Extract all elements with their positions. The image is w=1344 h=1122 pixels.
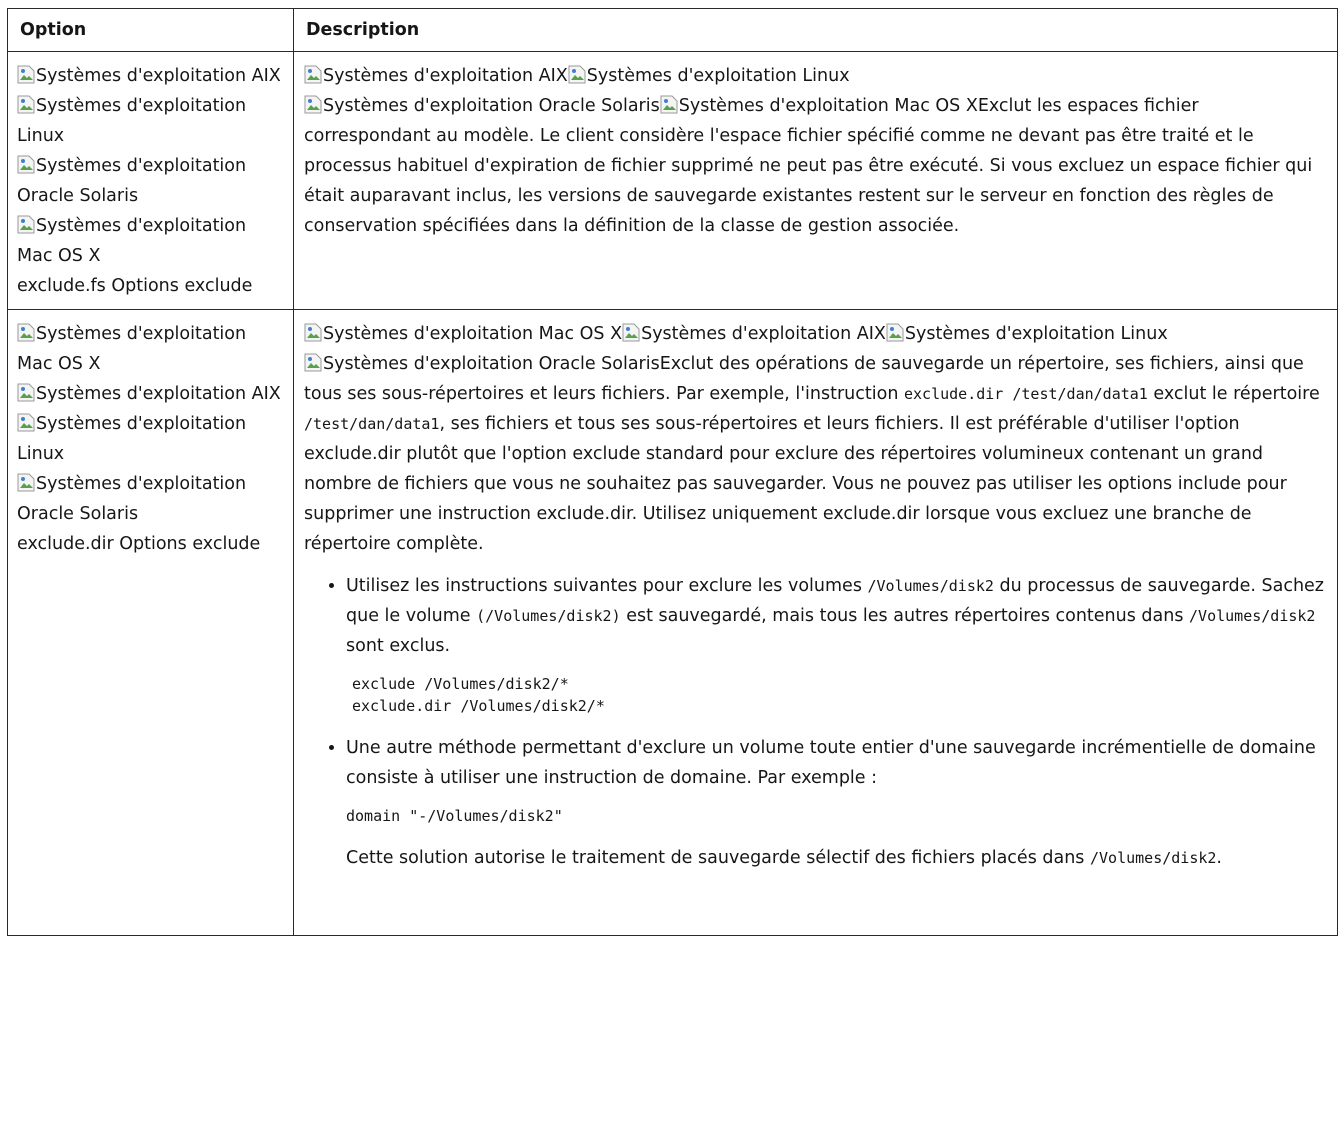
document-page: Option Description Systèmes d'exploitati… (7, 8, 1338, 936)
note-text-body: Cette solution autorise le traitement de… (346, 848, 1090, 868)
broken-image-icon (17, 65, 36, 84)
inline-code: /test/dan/data1 (304, 415, 440, 433)
broken-image-icon (886, 323, 905, 342)
option-name: exclude.fs Options exclude (17, 276, 253, 296)
inline-code: /Volumes/disk2 (867, 577, 994, 595)
broken-image-icon (660, 95, 679, 114)
broken-image-icon (17, 473, 36, 492)
description-cell: Systèmes d'exploitation Mac OS X Systèmes… (293, 309, 1338, 936)
os-mac-label: Systèmes d'exploitation Mac OS X (323, 324, 623, 344)
inline-code: /Volumes/disk2 (1089, 849, 1217, 867)
code-block: domain "-/Volumes/disk2" (346, 807, 563, 825)
broken-image-icon (17, 413, 36, 432)
header-option: Option (7, 8, 294, 52)
broken-image-icon (568, 65, 587, 84)
example-list: Utilisez les instructions suivantes pour… (304, 571, 1327, 873)
os-linux-label: Systèmes d'exploitation Linux (586, 66, 850, 86)
header-description: Description (293, 8, 1338, 52)
broken-image-icon (17, 215, 36, 234)
broken-image-icon (304, 353, 323, 372)
note-text-end: . (1216, 848, 1222, 868)
list-item-text: sont exclus. (346, 636, 451, 656)
os-mac-label: Systèmes d'exploitation Mac OS X (678, 96, 978, 116)
list-item-text: Utilisez les instructions suivantes pour… (346, 576, 868, 596)
os-linux-label: Systèmes d'exploitation Linux (904, 324, 1168, 344)
description-cell: Systèmes d'exploitation AIX Systèmes d'ex… (293, 51, 1338, 310)
table-row: Systèmes d'exploitation Mac OS X Système… (7, 309, 1338, 936)
option-cell: Systèmes d'exploitation Mac OS X Système… (7, 309, 294, 936)
os-solaris-label: Systèmes d'exploitation Oracle Solaris (323, 96, 660, 116)
option-name: exclude.dir Options exclude (17, 534, 261, 554)
broken-image-icon (304, 65, 323, 84)
table-row: Systèmes d'exploitation AIX Systèmes d'e… (7, 51, 1338, 310)
os-solaris-label: Systèmes d'exploitation Oracle Solaris (323, 354, 660, 374)
broken-image-icon (17, 323, 36, 342)
list-item: Utilisez les instructions suivantes pour… (346, 571, 1327, 717)
option-cell: Systèmes d'exploitation AIX Systèmes d'e… (7, 51, 294, 310)
list-item-text: est sauvegardé, mais tous les autres rép… (620, 606, 1190, 626)
options-table: Option Description Systèmes d'exploitati… (7, 8, 1338, 936)
list-item-text: Une autre méthode permettant d'exclure u… (346, 738, 1316, 788)
broken-image-icon (17, 383, 36, 402)
broken-image-icon (304, 323, 323, 342)
os-aix-label: Systèmes d'exploitation AIX (36, 66, 281, 86)
inline-code: exclude.dir /test/dan/data1 (903, 385, 1148, 403)
broken-image-icon (17, 155, 36, 174)
code-block: exclude /Volumes/disk2/* exclude.dir /Vo… (352, 675, 605, 715)
os-solaris-label: Systèmes d'exploitation Oracle Solaris (17, 474, 247, 524)
note-text: Cette solution autorise le traitement de… (346, 843, 1327, 873)
inline-code: (/Volumes/disk2) (476, 607, 621, 625)
os-mac-label: Systèmes d'exploitation Mac OS X (17, 216, 247, 266)
inline-code: /Volumes/disk2 (1189, 607, 1316, 625)
description-text: exclut le répertoire (1147, 384, 1320, 404)
os-aix-label: Systèmes d'exploitation AIX (641, 324, 886, 344)
description-text: , ses fichiers et tous ses sous-répertoi… (304, 414, 1287, 554)
broken-image-icon (622, 323, 641, 342)
row-continuation (304, 883, 1327, 927)
os-solaris-label: Systèmes d'exploitation Oracle Solaris (17, 156, 247, 206)
broken-image-icon (17, 95, 36, 114)
os-linux-label: Systèmes d'exploitation Linux (17, 414, 247, 464)
os-aix-label: Systèmes d'exploitation AIX (323, 66, 568, 86)
broken-image-icon (304, 95, 323, 114)
os-linux-label: Systèmes d'exploitation Linux (17, 96, 247, 146)
list-item: Une autre méthode permettant d'exclure u… (346, 733, 1327, 873)
os-mac-label: Systèmes d'exploitation Mac OS X (17, 324, 247, 374)
table-header-row: Option Description (7, 8, 1338, 52)
os-aix-label: Systèmes d'exploitation AIX (36, 384, 281, 404)
description-text: Exclut les espaces fichier correspondant… (304, 96, 1313, 236)
